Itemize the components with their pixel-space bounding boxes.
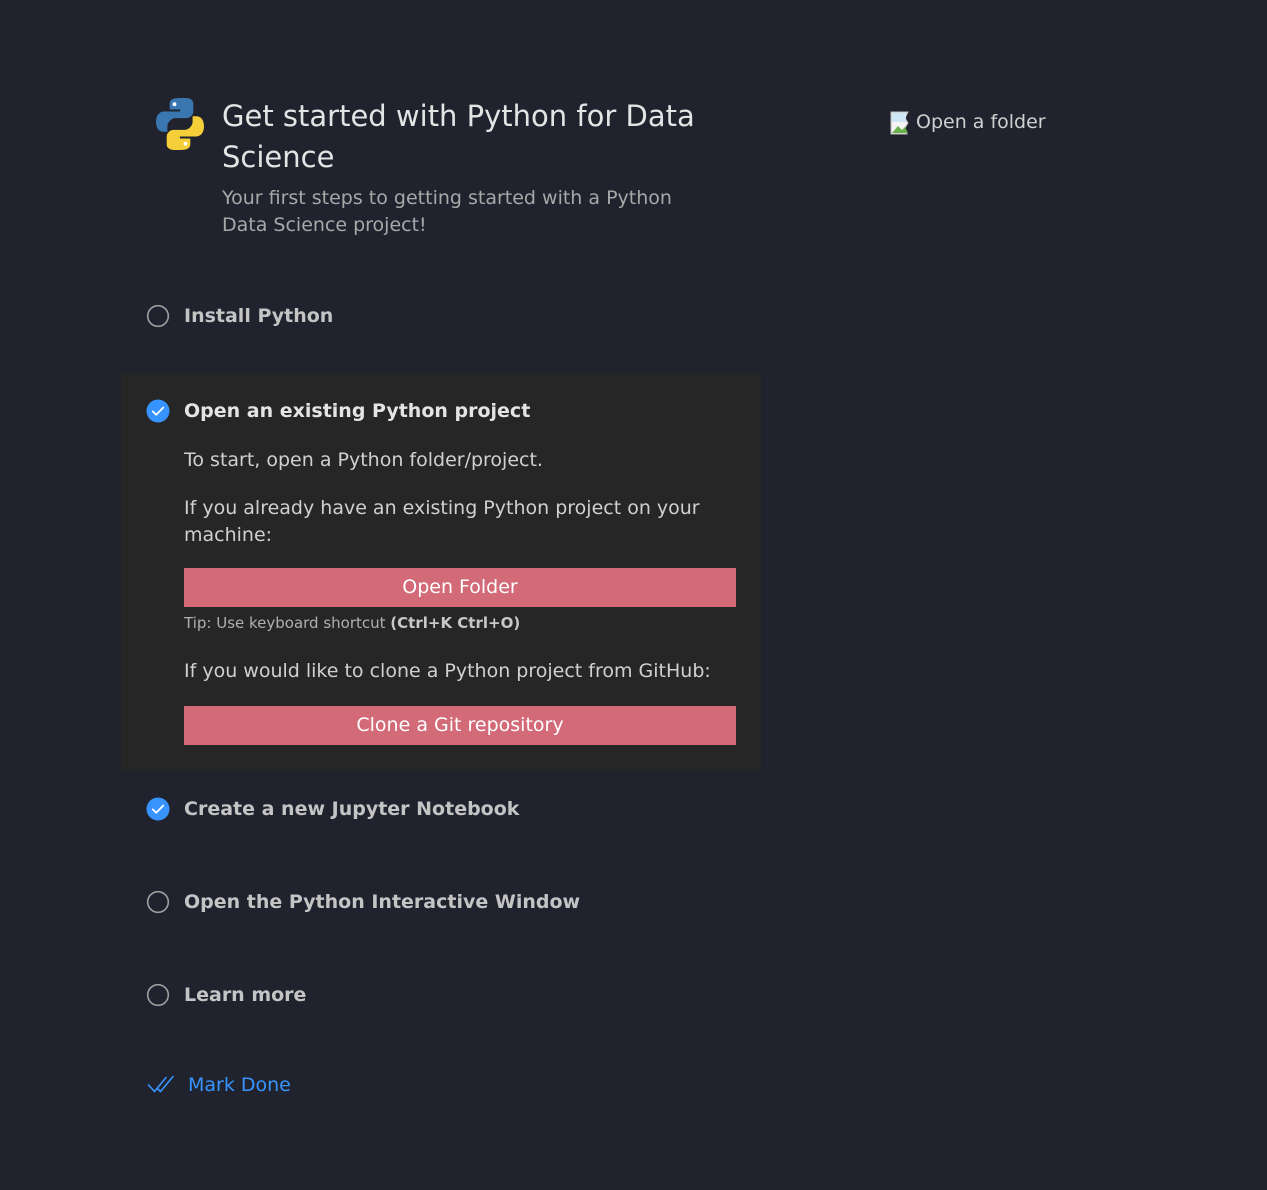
step-install-python[interactable]: Install Python xyxy=(121,278,761,371)
step-interactive-window[interactable]: Open the Python Interactive Window xyxy=(121,864,761,957)
step-description: If you would like to clone a Python proj… xyxy=(184,660,711,682)
step-title: Learn more xyxy=(184,984,307,1006)
broken-image-icon xyxy=(890,111,909,135)
check-circle-icon[interactable] xyxy=(146,797,170,821)
image-alt-text: Open a folder xyxy=(916,111,1046,133)
step-body: To start, open a Python folder/project. … xyxy=(184,447,744,745)
step-title: Create a new Jupyter Notebook xyxy=(184,798,520,820)
steps-list: Install Python Open an existing Python p… xyxy=(121,278,761,1050)
step-open-project[interactable]: Open an existing Python project To start… xyxy=(121,373,761,771)
check-circle-icon[interactable] xyxy=(146,399,170,423)
python-logo-icon xyxy=(156,98,204,150)
circle-outline-icon[interactable] xyxy=(146,890,170,914)
tip-text: Tip: Use keyboard shortcut xyxy=(184,614,391,632)
circle-outline-icon[interactable] xyxy=(146,304,170,328)
clone-repository-button[interactable]: Clone a Git repository xyxy=(184,706,736,745)
step-title: Open the Python Interactive Window xyxy=(184,891,581,913)
keyboard-tip: Tip: Use keyboard shortcut (Ctrl+K Ctrl+… xyxy=(184,613,744,633)
tip-shortcut: (Ctrl+K Ctrl+O) xyxy=(390,614,521,632)
step-learn-more[interactable]: Learn more xyxy=(121,957,761,1050)
step-create-notebook[interactable]: Create a new Jupyter Notebook xyxy=(121,771,761,864)
mark-done-link[interactable]: Mark Done xyxy=(147,1074,291,1096)
page-subtitle: Your first steps to getting started with… xyxy=(222,187,672,236)
step-description: To start, open a Python folder/project. xyxy=(184,449,543,471)
page-title: Get started with Python for Data Science xyxy=(222,99,695,174)
mark-done-label: Mark Done xyxy=(188,1074,291,1096)
check-all-icon xyxy=(147,1075,174,1093)
step-description: If you already have an existing Python p… xyxy=(184,497,700,546)
step-media-image: Open a folder xyxy=(890,111,1046,137)
circle-outline-icon[interactable] xyxy=(146,983,170,1007)
step-title: Open an existing Python project xyxy=(184,400,531,422)
open-folder-button[interactable]: Open Folder xyxy=(184,568,736,607)
step-title: Install Python xyxy=(184,305,334,327)
